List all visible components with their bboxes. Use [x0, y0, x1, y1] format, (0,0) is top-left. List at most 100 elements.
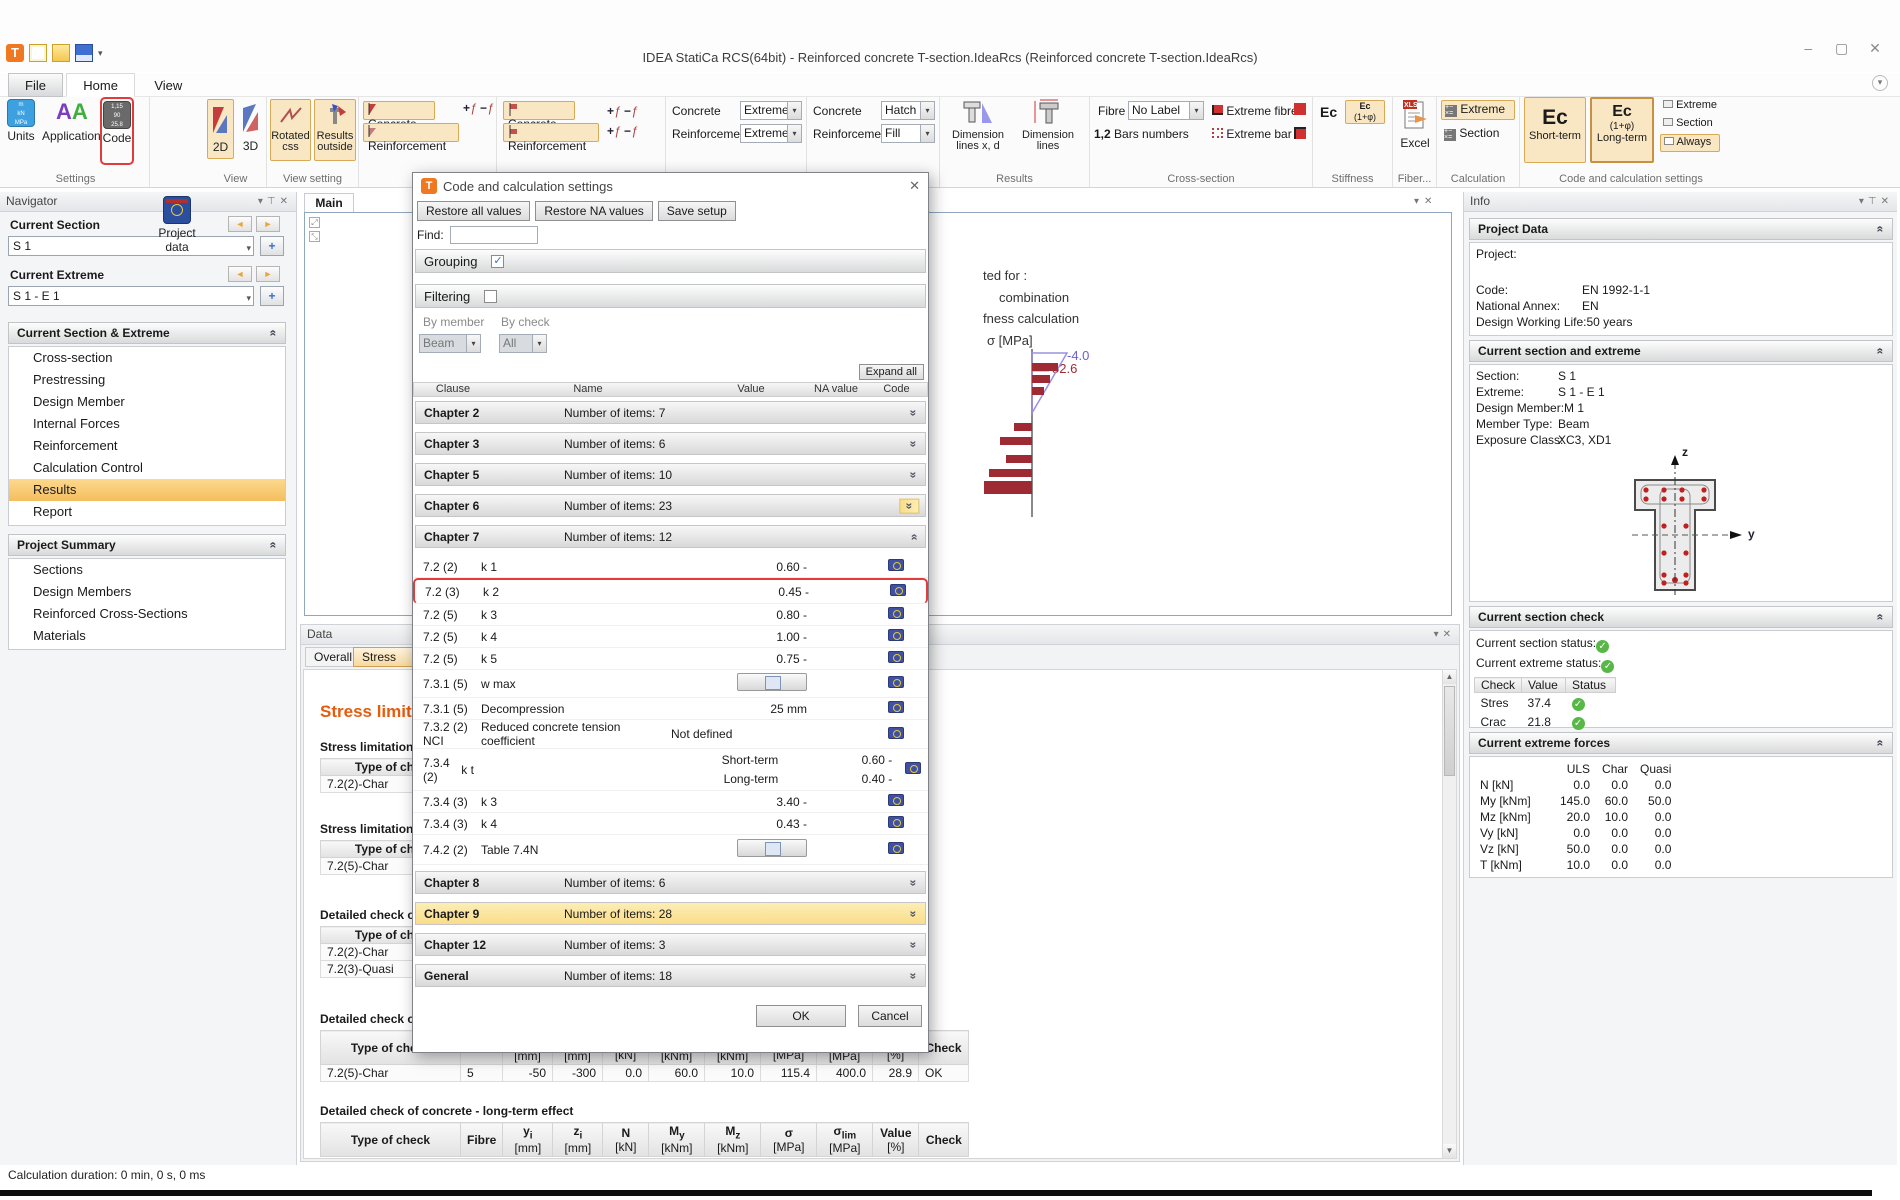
option-always[interactable]: Always: [1660, 134, 1720, 152]
stress1-reinforcement-button[interactable]: Reinforcement: [363, 123, 459, 142]
current-extreme-select[interactable]: S 1 - E 1 ▾: [8, 286, 254, 306]
eu-flag-icon[interactable]: [888, 559, 904, 571]
setting-row[interactable]: 7.3.1 (5)w max: [413, 670, 928, 698]
option-section[interactable]: Section: [1660, 116, 1720, 134]
fibre-select[interactable]: No Label▾: [1128, 101, 1204, 120]
extreme-forces-group[interactable]: Current extreme forces«: [1469, 732, 1893, 754]
prev-extreme-button[interactable]: ◄: [228, 266, 252, 282]
setting-row[interactable]: 7.3.2 (2) NCIReduced concrete tension co…: [413, 720, 928, 749]
nav-group-summary[interactable]: Project Summary«: [8, 534, 286, 556]
col-value[interactable]: Value: [694, 383, 814, 396]
fit-view-icon[interactable]: ⤡: [309, 231, 320, 242]
results-outside-button[interactable]: Results outside: [314, 99, 356, 161]
extreme-bar-add-icon[interactable]: [1294, 127, 1306, 139]
chapter-row-highlighted[interactable]: Chapter 9Number of items: 28»: [415, 902, 926, 925]
calc-extreme-button[interactable]: +−×= Extreme: [1441, 100, 1515, 120]
bars-numbers-item[interactable]: 1,2 Bars numbers: [1094, 127, 1189, 141]
panel-close-icon[interactable]: ✕: [280, 196, 292, 207]
eu-flag-icon[interactable]: [888, 629, 904, 641]
extreme-fibre-item[interactable]: Extreme fibre: [1212, 104, 1298, 118]
panel-menu-icon[interactable]: ▾: [1434, 629, 1443, 640]
excel-button[interactable]: XLS Excel: [1397, 99, 1433, 150]
restore-all-values-button[interactable]: Restore all values: [417, 201, 530, 221]
panel-close-icon[interactable]: ✕: [1424, 196, 1437, 207]
grouping-bar[interactable]: Grouping ✓: [415, 249, 926, 273]
filtering-checkbox[interactable]: [484, 290, 497, 303]
nav-item-internal-forces[interactable]: Internal Forces: [9, 413, 285, 435]
eu-flag-icon[interactable]: [905, 762, 921, 774]
nav-item-prestressing[interactable]: Prestressing: [9, 369, 285, 391]
save-setup-button[interactable]: Save setup: [658, 201, 736, 221]
grouping-checkbox[interactable]: ✓: [491, 255, 504, 268]
data-scrollbar[interactable]: ▲ ▼: [1442, 669, 1457, 1159]
prev-section-button[interactable]: ◄: [228, 216, 252, 232]
eu-flag-icon[interactable]: [888, 607, 904, 619]
eu-flag-icon[interactable]: [888, 676, 904, 688]
setting-row[interactable]: 7.3.1 (5)Decompression25 mm: [413, 698, 928, 720]
chapter-row[interactable]: Chapter 6Number of items: 23»: [415, 494, 926, 517]
add-strain-icons[interactable]: +ƒ −ƒ+ƒ −ƒ: [607, 101, 638, 141]
code-settings-dialog[interactable]: T Code and calculation settings ✕ Restor…: [412, 172, 929, 1053]
table-row[interactable]: Crac 21.8 ✓: [1475, 712, 1616, 731]
nav-item-design-members[interactable]: Design Members: [9, 581, 285, 603]
restore-na-values-button[interactable]: Restore NA values: [535, 201, 652, 221]
dimension-lines-xd-button[interactable]: Dimension lines x, d: [948, 99, 1008, 152]
eu-flag-icon[interactable]: [888, 701, 904, 713]
ec-long-term-button[interactable]: Ec (1+φ) Long-term: [1590, 97, 1654, 163]
expand-chapter-icon[interactable]: »: [907, 471, 921, 478]
chapter-row[interactable]: Chapter 5Number of items: 10»: [415, 463, 926, 486]
expand-chapter-icon[interactable]: »: [900, 498, 920, 513]
panel-close-icon[interactable]: ✕: [1881, 196, 1893, 207]
nav-item-design-member[interactable]: Design Member: [9, 391, 285, 413]
setting-row[interactable]: 7.2 (2)k 10.60 -: [413, 556, 928, 578]
main-view-tab[interactable]: Main: [304, 193, 354, 212]
calc-section-button[interactable]: +−×= Section: [1441, 125, 1515, 145]
expand-chapter-icon[interactable]: »: [907, 941, 921, 948]
panel-menu-icon[interactable]: ▾: [1859, 196, 1868, 207]
extreme-bar-item[interactable]: Extreme bar: [1212, 127, 1292, 141]
eu-flag-icon[interactable]: [888, 651, 904, 663]
table-row[interactable]: 7.2(5)-Char 5 -50 -300 0.0 60.0 10.0 115…: [321, 1065, 969, 1082]
expand-chapter-icon[interactable]: »: [907, 879, 921, 886]
expand-all-button[interactable]: Expand all: [859, 364, 924, 380]
fill-reinforcement-select[interactable]: Fill▾: [881, 124, 935, 143]
nav-item-materials[interactable]: Materials: [9, 625, 285, 647]
eu-flag-icon[interactable]: [888, 727, 904, 739]
expand-view-icon[interactable]: ⤢: [309, 217, 320, 228]
scroll-down-icon[interactable]: ▼: [1443, 1144, 1456, 1158]
tab-file[interactable]: File: [8, 73, 63, 97]
chapter-row-expanded[interactable]: Chapter 7Number of items: 12»: [415, 525, 926, 548]
nav-item-reinforced-cross-sections[interactable]: Reinforced Cross-Sections: [9, 603, 285, 625]
dialog-titlebar[interactable]: T Code and calculation settings ✕: [413, 173, 928, 199]
setting-row[interactable]: 7.2 (5)k 50.75 -: [413, 648, 928, 670]
panel-close-icon[interactable]: ✕: [1443, 629, 1455, 640]
stress2-concrete-button[interactable]: Concrete: [503, 101, 575, 120]
find-input[interactable]: [450, 226, 538, 244]
add-stress-icon[interactable]: +ƒ −ƒ: [463, 101, 494, 115]
wmax-table-button[interactable]: [737, 673, 807, 691]
nav-item-reinforcement[interactable]: Reinforcement: [9, 435, 285, 457]
project-data-button[interactable]: Project data: [152, 196, 202, 254]
add-section-button[interactable]: +: [260, 236, 284, 256]
nav-item-sections[interactable]: Sections: [9, 559, 285, 581]
ec-button[interactable]: Ec: [1320, 104, 1337, 120]
chapter-row[interactable]: Chapter 12Number of items: 3»: [415, 933, 926, 956]
ec-phi-button[interactable]: Ec(1+φ): [1345, 100, 1385, 124]
col-na-value[interactable]: NA value: [814, 383, 874, 396]
stress2-reinforcement-button[interactable]: Reinforcement: [503, 123, 599, 142]
view-3d-button[interactable]: 3D: [237, 99, 264, 159]
panel-menu-icon[interactable]: ▾: [258, 196, 267, 207]
minimize-icon[interactable]: –: [1793, 40, 1823, 56]
fill-concrete-select[interactable]: Hatch▾: [881, 101, 935, 120]
close-icon[interactable]: ✕: [1860, 40, 1890, 57]
setting-row[interactable]: 7.3.4 (3)k 40.43 -: [413, 813, 928, 835]
filtering-bar[interactable]: Filtering: [415, 284, 926, 308]
setting-row-highlighted[interactable]: 7.2 (3)k 20.45 -: [413, 578, 928, 604]
chapter-row[interactable]: Chapter 3Number of items: 6»: [415, 432, 926, 455]
collapse-chapter-icon[interactable]: »: [907, 533, 921, 540]
ok-button[interactable]: OK: [756, 1005, 846, 1027]
nav-item-results[interactable]: Results: [9, 479, 285, 501]
eu-flag-icon[interactable]: [890, 584, 906, 596]
pin-icon[interactable]: ⊤: [267, 196, 280, 207]
scroll-thumb[interactable]: [1444, 686, 1455, 776]
